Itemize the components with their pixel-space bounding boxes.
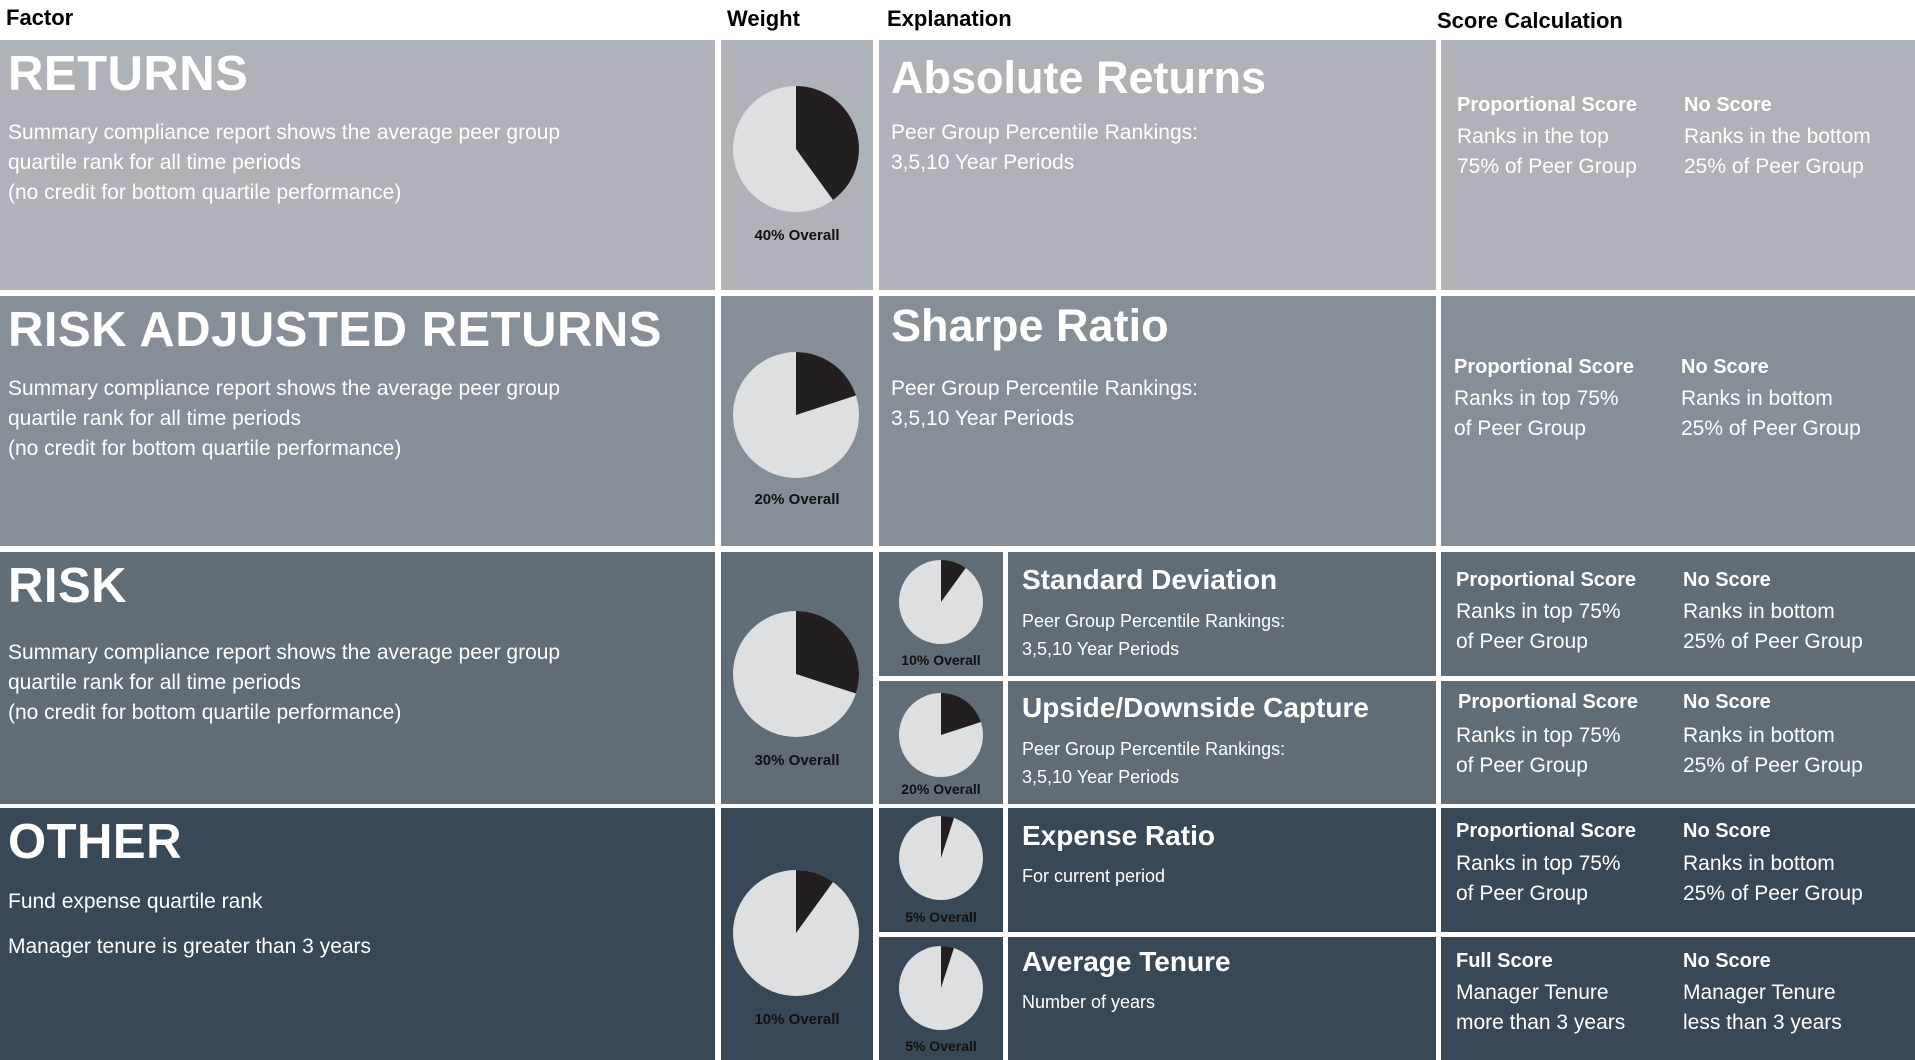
pie-chart-icon bbox=[733, 870, 859, 996]
explanation-title-absolute-returns: Absolute Returns bbox=[891, 52, 1267, 103]
explanation-cell-average-tenure: Average Tenure Number of years bbox=[1008, 937, 1436, 1060]
weight-label-risk-adjusted-returns: 20% Overall bbox=[754, 491, 840, 508]
sub-weight-cell-upside-downside-capture: 20% Overall bbox=[879, 681, 1003, 804]
factor-desc-risk-adjusted-returns: Summary compliance report shows the aver… bbox=[8, 377, 561, 460]
factor-title-returns: RETURNS bbox=[8, 47, 249, 101]
score-right-head-risk-adjusted-returns: No Score bbox=[1681, 356, 1769, 378]
explanation-desc-average-tenure: Number of years bbox=[1022, 992, 1156, 1012]
score-right-head-upside-downside-capture: No Score bbox=[1683, 691, 1771, 713]
weight-cell-other: 10% Overall bbox=[721, 808, 873, 1060]
explanation-desc-expense-ratio: For current period bbox=[1022, 866, 1166, 886]
weight-label-other: 10% Overall bbox=[754, 1011, 840, 1028]
score-right-text-average-tenure: Manager Tenure less than 3 years bbox=[1683, 981, 1842, 1034]
explanation-cell-sharpe-ratio: Sharpe Ratio Peer Group Percentile Ranki… bbox=[879, 296, 1436, 546]
score-cell-average-tenure: Full Score Manager Tenure more than 3 ye… bbox=[1441, 937, 1915, 1060]
score-cell-expense-ratio: Proportional Score Ranks in top 75% of P… bbox=[1441, 808, 1915, 932]
pie-chart-icon bbox=[899, 946, 983, 1030]
score-right-text-expense-ratio: Ranks in bottom 25% of Peer Group bbox=[1683, 852, 1863, 905]
weight-pie-returns bbox=[733, 86, 859, 212]
pie-chart-icon bbox=[899, 560, 983, 644]
header-score-calculation: Score Calculation bbox=[1437, 8, 1623, 33]
weight-label-risk: 30% Overall bbox=[754, 752, 840, 769]
factor-line-fund-expense: Fund expense quartile rank bbox=[8, 890, 263, 913]
score-cell-standard-deviation: Proportional Score Ranks in top 75% of P… bbox=[1441, 552, 1915, 676]
explanation-cell-standard-deviation: Standard Deviation Peer Group Percentile… bbox=[1008, 552, 1436, 676]
pie-chart-icon bbox=[899, 816, 983, 900]
score-left-text-expense-ratio: Ranks in top 75% of Peer Group bbox=[1456, 852, 1621, 905]
weight-pie-risk-adjusted-returns bbox=[733, 352, 859, 478]
factor-line-manager-tenure: Manager tenure is greater than 3 years bbox=[8, 935, 372, 958]
explanation-cell-expense-ratio: Expense Ratio For current period bbox=[1008, 808, 1436, 932]
score-left-text-standard-deviation: Ranks in top 75% of Peer Group bbox=[1456, 600, 1621, 653]
score-left-head-upside-downside-capture: Proportional Score bbox=[1458, 691, 1639, 713]
score-left-head-returns: Proportional Score bbox=[1457, 94, 1638, 116]
pie-chart-icon bbox=[899, 693, 983, 777]
weight-label-returns: 40% Overall bbox=[754, 227, 840, 244]
score-left-text-upside-downside-capture: Ranks in top 75% of Peer Group bbox=[1456, 724, 1621, 777]
sub-weight-label-upside-downside-capture: 20% Overall bbox=[901, 781, 981, 797]
sub-weight-label-standard-deviation: 10% Overall bbox=[901, 652, 981, 668]
sub-weight-cell-expense-ratio: 5% Overall bbox=[879, 808, 1003, 932]
weight-cell-returns: 40% Overall bbox=[721, 40, 873, 290]
sub-weight-cell-standard-deviation: 10% Overall bbox=[879, 552, 1003, 676]
score-right-head-expense-ratio: No Score bbox=[1683, 820, 1771, 842]
sub-weight-label-average-tenure: 5% Overall bbox=[905, 1038, 977, 1054]
explanation-title-standard-deviation: Standard Deviation bbox=[1022, 564, 1278, 595]
score-cell-upside-downside-capture: Proportional Score Ranks in top 75% of P… bbox=[1441, 681, 1915, 804]
score-cell-risk-adjusted-returns: Proportional Score Ranks in top 75% of P… bbox=[1441, 296, 1915, 546]
weight-cell-risk-adjusted-returns: 20% Overall bbox=[721, 296, 873, 546]
explanation-cell-absolute-returns: Absolute Returns Peer Group Percentile R… bbox=[879, 40, 1436, 290]
factor-title-other: OTHER bbox=[8, 815, 182, 869]
score-right-text-risk-adjusted-returns: Ranks in bottom 25% of Peer Group bbox=[1681, 387, 1861, 440]
score-right-text-standard-deviation: Ranks in bottom 25% of Peer Group bbox=[1683, 600, 1863, 653]
factor-desc-risk: Summary compliance report shows the aver… bbox=[8, 641, 561, 724]
weight-cell-risk: 30% Overall bbox=[721, 552, 873, 804]
score-left-text-risk-adjusted-returns: Ranks in top 75% of Peer Group bbox=[1454, 387, 1619, 440]
explanation-title-average-tenure: Average Tenure bbox=[1022, 946, 1231, 977]
weight-pie-other bbox=[733, 870, 859, 996]
pie-chart-icon bbox=[733, 86, 859, 212]
explanation-desc-absolute-returns: Peer Group Percentile Rankings: 3,5,10 Y… bbox=[891, 121, 1198, 174]
factor-title-risk-adjusted-returns: RISK ADJUSTED RETURNS bbox=[8, 303, 662, 357]
explanation-desc-sharpe-ratio: Peer Group Percentile Rankings: 3,5,10 Y… bbox=[891, 377, 1198, 430]
sub-weight-label-expense-ratio: 5% Overall bbox=[905, 909, 977, 925]
header-factor: Factor bbox=[6, 5, 74, 30]
score-right-head-standard-deviation: No Score bbox=[1683, 569, 1771, 591]
factor-title-risk: RISK bbox=[8, 559, 128, 613]
explanation-title-sharpe-ratio: Sharpe Ratio bbox=[891, 300, 1169, 351]
score-cell-returns: Proportional Score Ranks in the top 75% … bbox=[1441, 40, 1915, 290]
sub-pie-standard-deviation bbox=[899, 560, 983, 644]
pie-chart-icon bbox=[733, 611, 859, 737]
weight-pie-risk bbox=[733, 611, 859, 737]
factor-cell-risk-adjusted-returns: RISK ADJUSTED RETURNS Summary compliance… bbox=[0, 296, 715, 546]
explanation-desc-upside-downside-capture: Peer Group Percentile Rankings: 3,5,10 Y… bbox=[1022, 739, 1286, 787]
score-right-head-average-tenure: No Score bbox=[1683, 950, 1771, 972]
score-left-head-average-tenure: Full Score bbox=[1456, 950, 1553, 972]
score-left-text-returns: Ranks in the top 75% of Peer Group bbox=[1457, 125, 1637, 178]
factor-desc-returns: Summary compliance report shows the aver… bbox=[8, 121, 561, 204]
header-explanation: Explanation bbox=[887, 6, 1012, 31]
sub-pie-expense-ratio bbox=[899, 816, 983, 900]
score-right-head-returns: No Score bbox=[1684, 94, 1772, 116]
factor-cell-other: OTHER Fund expense quartile rank Manager… bbox=[0, 808, 715, 1060]
score-left-head-risk-adjusted-returns: Proportional Score bbox=[1454, 356, 1635, 378]
explanation-title-expense-ratio: Expense Ratio bbox=[1022, 820, 1215, 851]
pie-chart-icon bbox=[733, 352, 859, 478]
sub-pie-upside-downside-capture bbox=[899, 693, 983, 777]
score-left-head-standard-deviation: Proportional Score bbox=[1456, 569, 1637, 591]
explanation-title-upside-downside-capture: Upside/Downside Capture bbox=[1022, 692, 1369, 723]
factor-cell-returns: RETURNS Summary compliance report shows … bbox=[0, 40, 715, 290]
sub-weight-cell-average-tenure: 5% Overall bbox=[879, 937, 1003, 1060]
score-right-text-returns: Ranks in the bottom 25% of Peer Group bbox=[1684, 125, 1871, 178]
explanation-desc-standard-deviation: Peer Group Percentile Rankings: 3,5,10 Y… bbox=[1022, 611, 1286, 659]
explanation-cell-upside-downside-capture: Upside/Downside Capture Peer Group Perce… bbox=[1008, 681, 1436, 804]
score-left-head-expense-ratio: Proportional Score bbox=[1456, 820, 1637, 842]
header-weight: Weight bbox=[727, 6, 800, 31]
score-right-text-upside-downside-capture: Ranks in bottom 25% of Peer Group bbox=[1683, 724, 1863, 777]
factor-cell-risk: RISK Summary compliance report shows the… bbox=[0, 552, 715, 804]
sub-pie-average-tenure bbox=[899, 946, 983, 1030]
score-left-text-average-tenure: Manager Tenure more than 3 years bbox=[1456, 981, 1626, 1034]
